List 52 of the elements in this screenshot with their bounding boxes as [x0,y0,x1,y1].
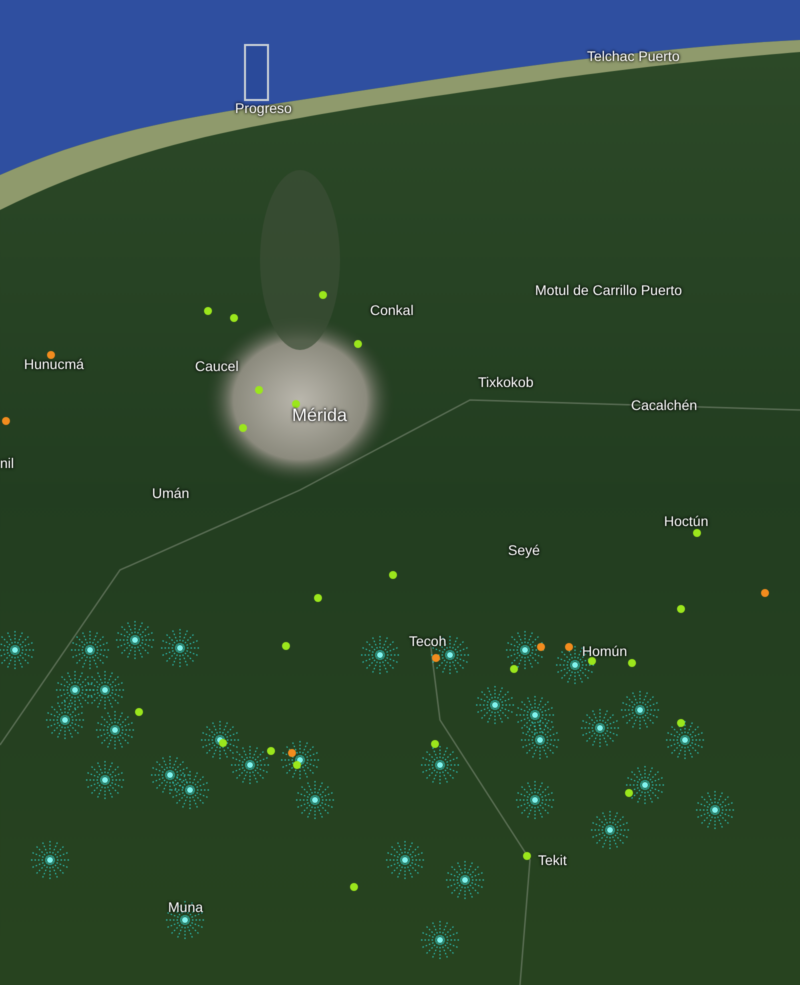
place-label: Cacalchén [631,398,698,412]
sparkle-cluster-icon [150,755,190,795]
sparkle-cluster-icon [160,628,200,668]
place-label: Tixkokob [478,375,534,389]
sparkle-cluster-icon [360,635,400,675]
sparkle-cluster-icon [85,760,125,800]
sparkle-cluster-icon [200,720,240,760]
place-label: Hoctún [664,514,708,528]
sparkle-cluster-icon [590,810,630,850]
sparkle-cluster-icon [580,708,620,748]
sparkle-cluster-icon [515,695,555,735]
sparkle-cluster-icon [85,670,125,710]
sparkle-cluster-icon [55,670,95,710]
sparkle-cluster-icon [695,790,735,830]
sparkle-cluster-icon [295,780,335,820]
sparkle-cluster-icon [0,630,35,670]
map-marker[interactable] [693,529,701,537]
sparkle-cluster-icon [665,720,705,760]
sparkle-cluster-icon [515,780,555,820]
sparkle-cluster-icon [70,630,110,670]
place-label: Mérida [292,406,348,424]
place-label: Conkal [370,303,414,317]
sparkle-cluster-icon [625,765,665,805]
sparkle-cluster-icon [420,920,460,960]
place-label: Motul de Carrillo Puerto [535,283,682,297]
sparkle-cluster-icon [170,770,210,810]
sparkle-cluster-icon [475,685,515,725]
map-marker[interactable] [47,351,55,359]
sparkle-cluster-icon [445,860,485,900]
sparkle-cluster-icon [620,690,660,730]
place-label: Hunucmá [24,357,84,371]
sparkle-cluster-icon [115,620,155,660]
sparkle-cluster-icon [505,630,545,670]
sparkle-cluster-icon [420,745,460,785]
sparkle-cluster-icon [385,840,425,880]
place-label: Progreso [235,101,292,115]
sparkle-cluster-icon [45,700,85,740]
place-label: Umán [152,486,190,500]
place-label: Muna [168,900,204,914]
place-label: Seyé [508,543,540,557]
place-label: Tekit [538,853,567,867]
place-label: Tecoh [409,634,446,648]
map-marker[interactable] [292,400,300,408]
map-marker[interactable] [588,657,596,665]
place-label: nil [0,456,14,470]
place-label: Homún [582,644,628,658]
sparkle-cluster-icon [230,745,270,785]
sparkle-cluster-icon [280,740,320,780]
place-label: Caucel [195,359,239,373]
sparkle-cluster-icon [520,720,560,760]
sparkle-cluster-icon [30,840,70,880]
sparkle-cluster-icon [95,710,135,750]
